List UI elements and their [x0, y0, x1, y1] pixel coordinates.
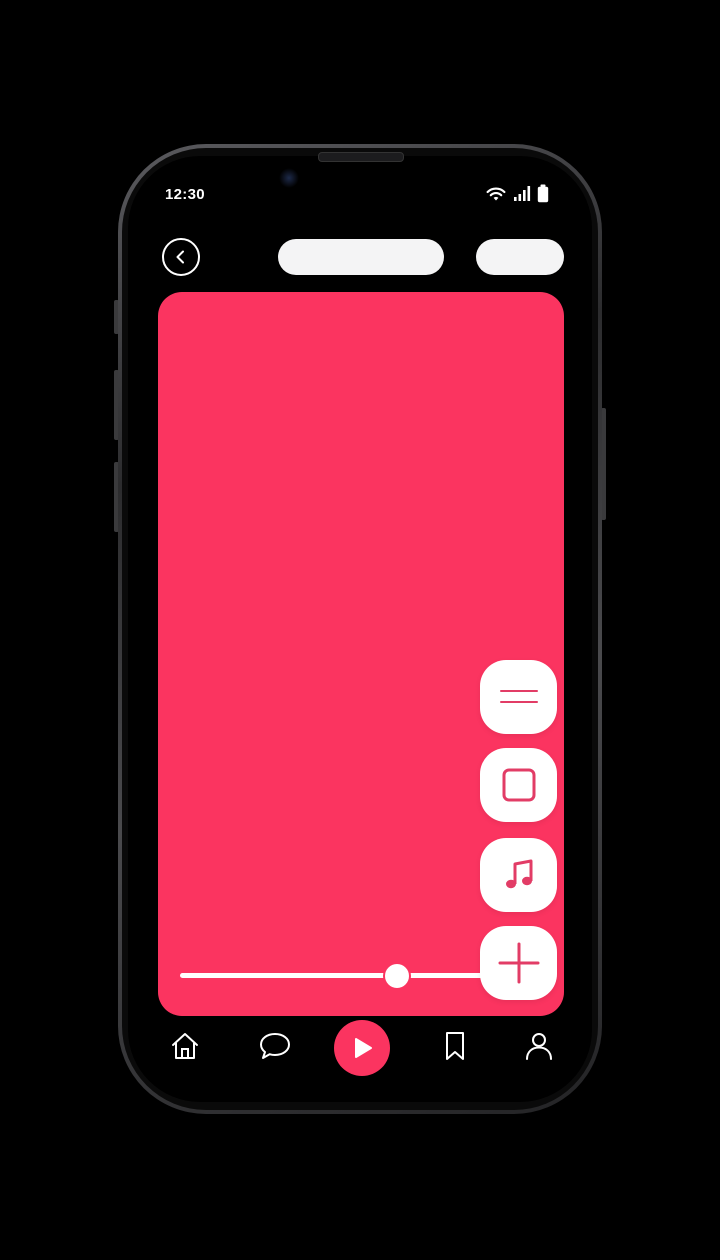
status-icons	[486, 184, 552, 204]
nav-play-button[interactable]	[334, 1020, 390, 1076]
shape-tool-button[interactable]	[480, 748, 557, 822]
timeline-slider-thumb[interactable]	[383, 962, 411, 990]
music-note-icon	[505, 859, 532, 889]
battery-icon	[537, 184, 549, 203]
back-button[interactable]	[162, 238, 200, 276]
square-icon	[502, 768, 535, 802]
wifi-icon	[486, 187, 506, 201]
earpiece-speaker	[318, 152, 404, 162]
nav-bookmark[interactable]	[437, 1028, 473, 1064]
timeline-slider-track[interactable]	[180, 973, 490, 978]
music-tool-button[interactable]	[480, 838, 557, 912]
play-icon	[355, 1038, 372, 1058]
profile-icon	[526, 1033, 552, 1060]
header-pill-secondary[interactable]	[476, 239, 564, 275]
signal-icon	[514, 186, 531, 201]
two-lines-icon	[499, 690, 538, 703]
header-pill-primary[interactable]	[278, 239, 444, 275]
menu-tool-button[interactable]	[480, 660, 557, 734]
nav-profile[interactable]	[521, 1028, 557, 1064]
plus-icon	[498, 942, 539, 984]
nav-home[interactable]	[167, 1028, 203, 1064]
add-tool-button[interactable]	[480, 926, 557, 1000]
chevron-left-icon	[176, 250, 184, 264]
front-camera	[279, 168, 299, 188]
bookmark-icon	[446, 1032, 464, 1060]
status-time: 12:30	[165, 186, 205, 203]
home-icon	[172, 1033, 198, 1059]
nav-chat[interactable]	[257, 1028, 293, 1064]
chat-icon	[260, 1033, 290, 1059]
